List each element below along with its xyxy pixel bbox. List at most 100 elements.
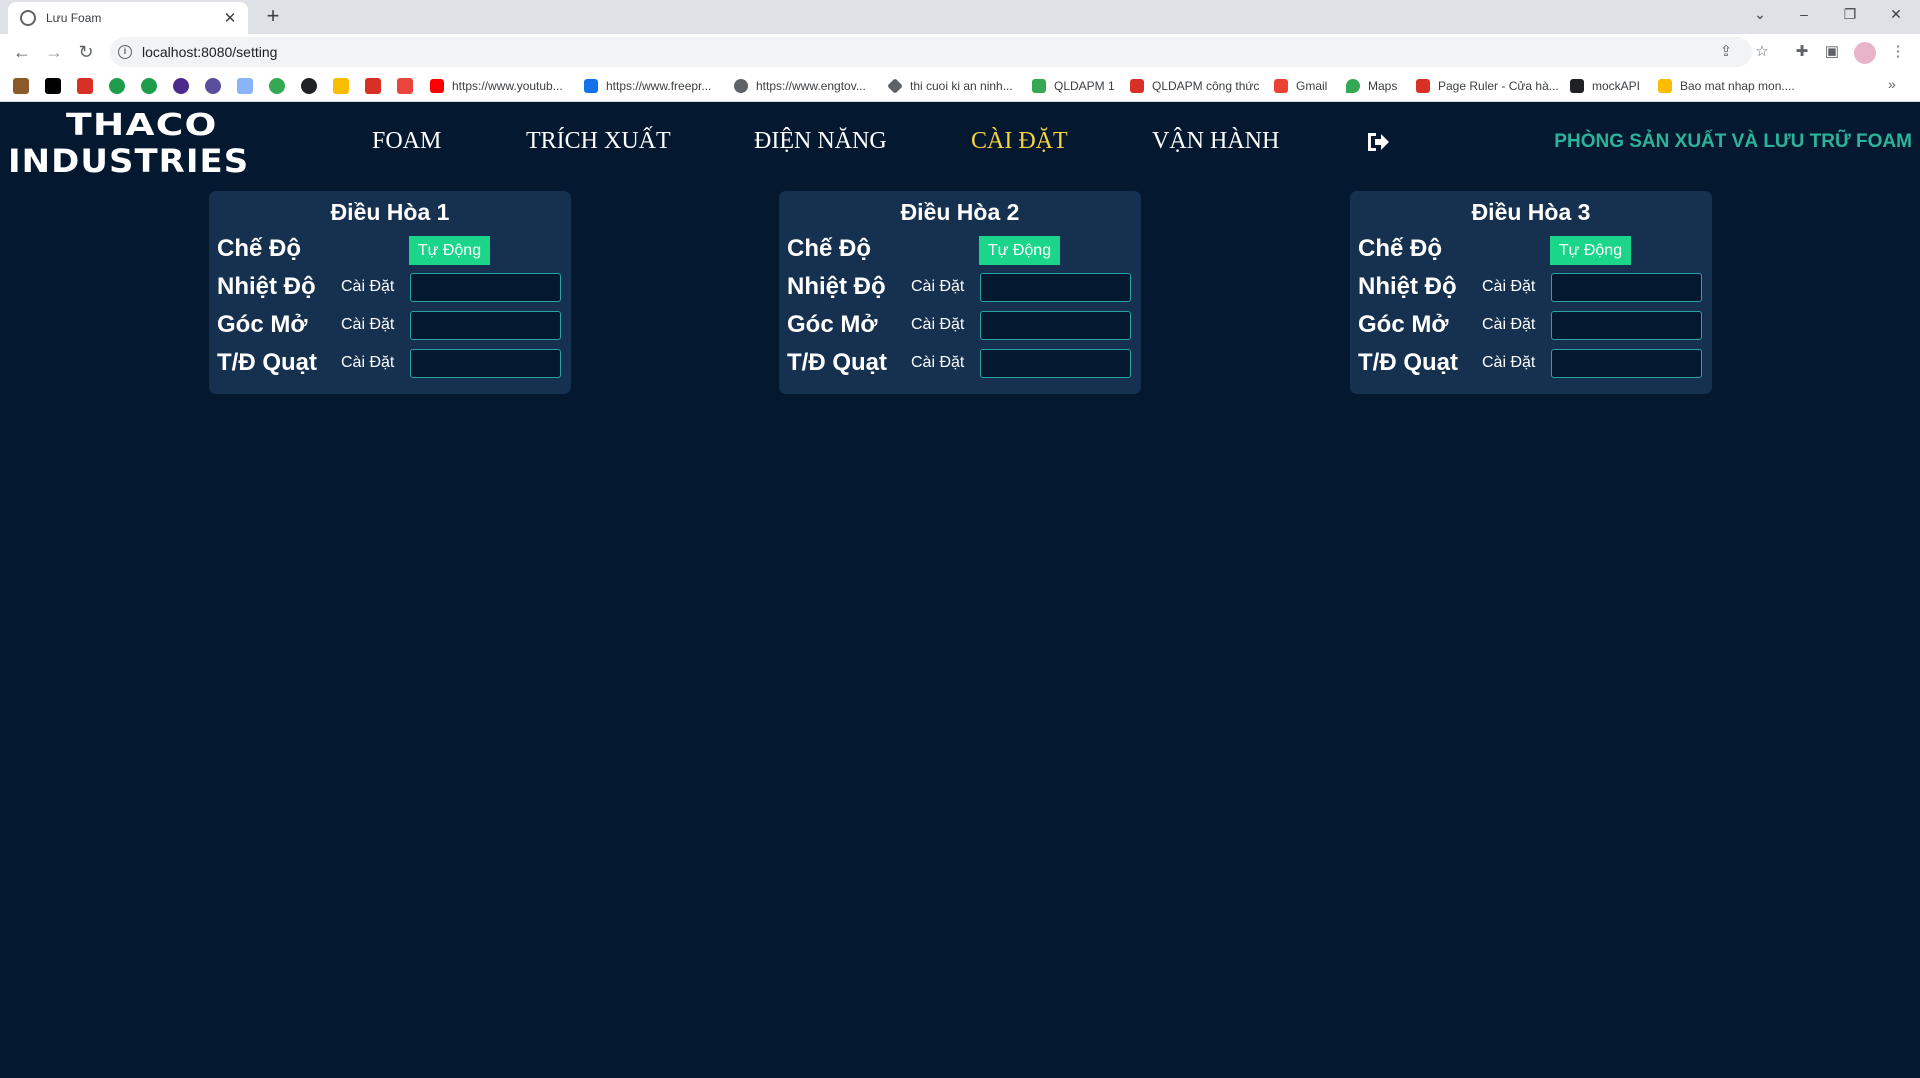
bookmark-item[interactable]: Gmail <box>1274 78 1327 94</box>
ac-panel-2: Điều Hòa 2 Chế Độ Tự Động Nhiệt Độ Cài Đ… <box>779 191 1141 394</box>
ac-panel-1: Điều Hòa 1 Chế Độ Tự Động Nhiệt Độ Cài Đ… <box>209 191 571 394</box>
side-panel-icon[interactable]: ▣ <box>1820 40 1844 64</box>
reload-icon[interactable]: ↻ <box>72 38 100 66</box>
new-tab-button[interactable]: + <box>260 4 286 30</box>
bookmark-item[interactable]: thi cuoi ki an ninh... <box>887 78 1013 94</box>
fan-speed-input[interactable] <box>410 349 561 378</box>
close-window-button[interactable]: ✕ <box>1876 0 1916 30</box>
fan-speed-input[interactable] <box>1551 349 1702 378</box>
bookmark-app-icon[interactable] <box>173 78 189 94</box>
setting-label: Cài Đặt <box>1482 316 1536 333</box>
mode-label: Chế Độ <box>787 235 871 262</box>
temperature-input[interactable] <box>410 273 561 302</box>
setting-label: Cài Đặt <box>911 278 965 295</box>
mode-toggle-button[interactable]: Tự Động <box>979 236 1060 265</box>
opening-angle-input[interactable] <box>1551 311 1702 340</box>
globe-icon <box>20 10 36 26</box>
bookmark-app-icon[interactable] <box>45 78 61 94</box>
tab-title: Lưu Foam <box>46 11 102 25</box>
ac-panel-3: Điều Hòa 3 Chế Độ Tự Động Nhiệt Độ Cài Đ… <box>1350 191 1712 394</box>
panel-title: Điều Hòa 3 <box>1471 199 1591 225</box>
temperature-label: Nhiệt Độ <box>1358 273 1457 300</box>
bookmark-app-icon[interactable] <box>13 78 29 94</box>
nav-foam[interactable]: FOAM <box>372 128 441 155</box>
bookmark-app-icon[interactable] <box>333 78 349 94</box>
mode-label: Chế Độ <box>1358 235 1442 262</box>
sheets-icon <box>1032 79 1046 93</box>
bookmark-item[interactable]: Page Ruler - Cửa hà... <box>1416 78 1559 94</box>
nav-trich-xuat[interactable]: TRÍCH XUẤT <box>526 128 671 155</box>
app-header: THACO INDUSTRIES FOAM TRÍCH XUẤT ĐIỆN NĂ… <box>0 102 1920 182</box>
temperature-input[interactable] <box>980 273 1131 302</box>
nav-cai-dat[interactable]: CÀI ĐẶT <box>971 128 1068 155</box>
tab-search-icon[interactable]: ⌄ <box>1740 0 1780 30</box>
back-icon[interactable]: ← <box>8 38 36 66</box>
extensions-icon[interactable]: ✚ <box>1790 40 1814 64</box>
fan-speed-label: T/Đ Quạt <box>787 349 887 376</box>
bookmark-item[interactable]: Maps <box>1346 78 1397 94</box>
bookmark-app-icon[interactable] <box>109 78 125 94</box>
bookmark-app-icon[interactable] <box>269 78 285 94</box>
bookmark-item[interactable]: https://www.engtov... <box>734 78 866 94</box>
minimize-button[interactable]: – <box>1784 0 1824 30</box>
drive-icon <box>1658 79 1672 93</box>
share-icon[interactable]: ⇪ <box>1716 42 1736 62</box>
forward-icon[interactable]: → <box>40 38 68 66</box>
fan-speed-input[interactable] <box>980 349 1131 378</box>
temperature-label: Nhiệt Độ <box>787 273 886 300</box>
setting-label: Cài Đặt <box>1482 278 1536 295</box>
temperature-input[interactable] <box>1551 273 1702 302</box>
bookmark-item[interactable]: https://www.youtub... <box>430 78 563 94</box>
opening-angle-input[interactable] <box>410 311 561 340</box>
bookmark-item[interactable]: Bao mat nhap mon.... <box>1658 78 1795 94</box>
fan-speed-label: T/Đ Quạt <box>217 349 317 376</box>
api-icon <box>1570 79 1584 93</box>
bookmarks-bar: https://www.youtub... https://www.freepr… <box>0 70 1920 102</box>
setting-label: Cài Đặt <box>341 354 395 371</box>
more-bookmarks-icon[interactable]: » <box>1888 76 1896 92</box>
setting-label: Cài Đặt <box>911 316 965 333</box>
setting-label: Cài Đặt <box>341 316 395 333</box>
mode-toggle-button[interactable]: Tự Động <box>409 236 490 265</box>
browser-tab[interactable]: Lưu Foam ✕ <box>8 2 248 34</box>
restore-button[interactable]: ❐ <box>1830 0 1870 30</box>
address-bar[interactable]: i localhost:8080/setting ⇪ <box>110 37 1752 67</box>
globe-icon <box>734 79 748 93</box>
bookmark-app-icon[interactable] <box>141 78 157 94</box>
bookmark-item[interactable]: https://www.freepr... <box>584 78 711 94</box>
logo-top-text: THACO <box>66 108 218 143</box>
bookmark-item[interactable]: QLDAPM 1 <box>1032 78 1115 94</box>
bookmark-app-icon[interactable] <box>237 78 253 94</box>
close-tab-icon[interactable]: ✕ <box>222 9 238 27</box>
maps-pin-icon <box>1346 79 1360 93</box>
logout-icon[interactable] <box>1366 131 1390 153</box>
mode-toggle-button[interactable]: Tự Động <box>1550 236 1631 265</box>
youtube-icon <box>430 79 444 93</box>
opening-angle-input[interactable] <box>980 311 1131 340</box>
temperature-label: Nhiệt Độ <box>217 273 316 300</box>
bookmark-app-icon[interactable] <box>77 78 93 94</box>
bookmark-app-icon[interactable] <box>365 78 381 94</box>
panel-title: Điều Hòa 1 <box>330 199 450 225</box>
github-icon[interactable] <box>301 78 317 94</box>
nav-dien-nang[interactable]: ĐIỆN NĂNG <box>754 128 887 155</box>
profile-avatar[interactable] <box>1854 42 1876 64</box>
site-info-icon[interactable]: i <box>118 45 132 59</box>
logo-bottom-text: INDUSTRIES <box>8 142 250 180</box>
fan-speed-label: T/Đ Quạt <box>1358 349 1458 376</box>
menu-kebab-icon[interactable]: ⋮ <box>1886 40 1910 64</box>
gmail-icon <box>1274 79 1288 93</box>
address-url[interactable]: localhost:8080/setting <box>142 44 277 60</box>
browser-toolbar: ← → ↻ i localhost:8080/setting ⇪ ☆ ✚ ▣ ⋮ <box>0 34 1920 70</box>
thaco-logo: THACO INDUSTRIES <box>8 108 288 180</box>
opening-angle-label: Góc Mở <box>787 311 878 338</box>
panel-title: Điều Hòa 2 <box>900 199 1020 225</box>
diamond-icon <box>887 78 903 94</box>
bookmark-item[interactable]: mockAPI <box>1570 78 1640 94</box>
bookmark-app-icon[interactable] <box>205 78 221 94</box>
setting-label: Cài Đặt <box>341 278 395 295</box>
bookmark-star-icon[interactable]: ☆ <box>1750 40 1774 64</box>
bookmark-app-icon[interactable] <box>397 78 413 94</box>
nav-van-hanh[interactable]: VẬN HÀNH <box>1152 128 1279 155</box>
bookmark-item[interactable]: QLDAPM công thức <box>1130 78 1259 94</box>
